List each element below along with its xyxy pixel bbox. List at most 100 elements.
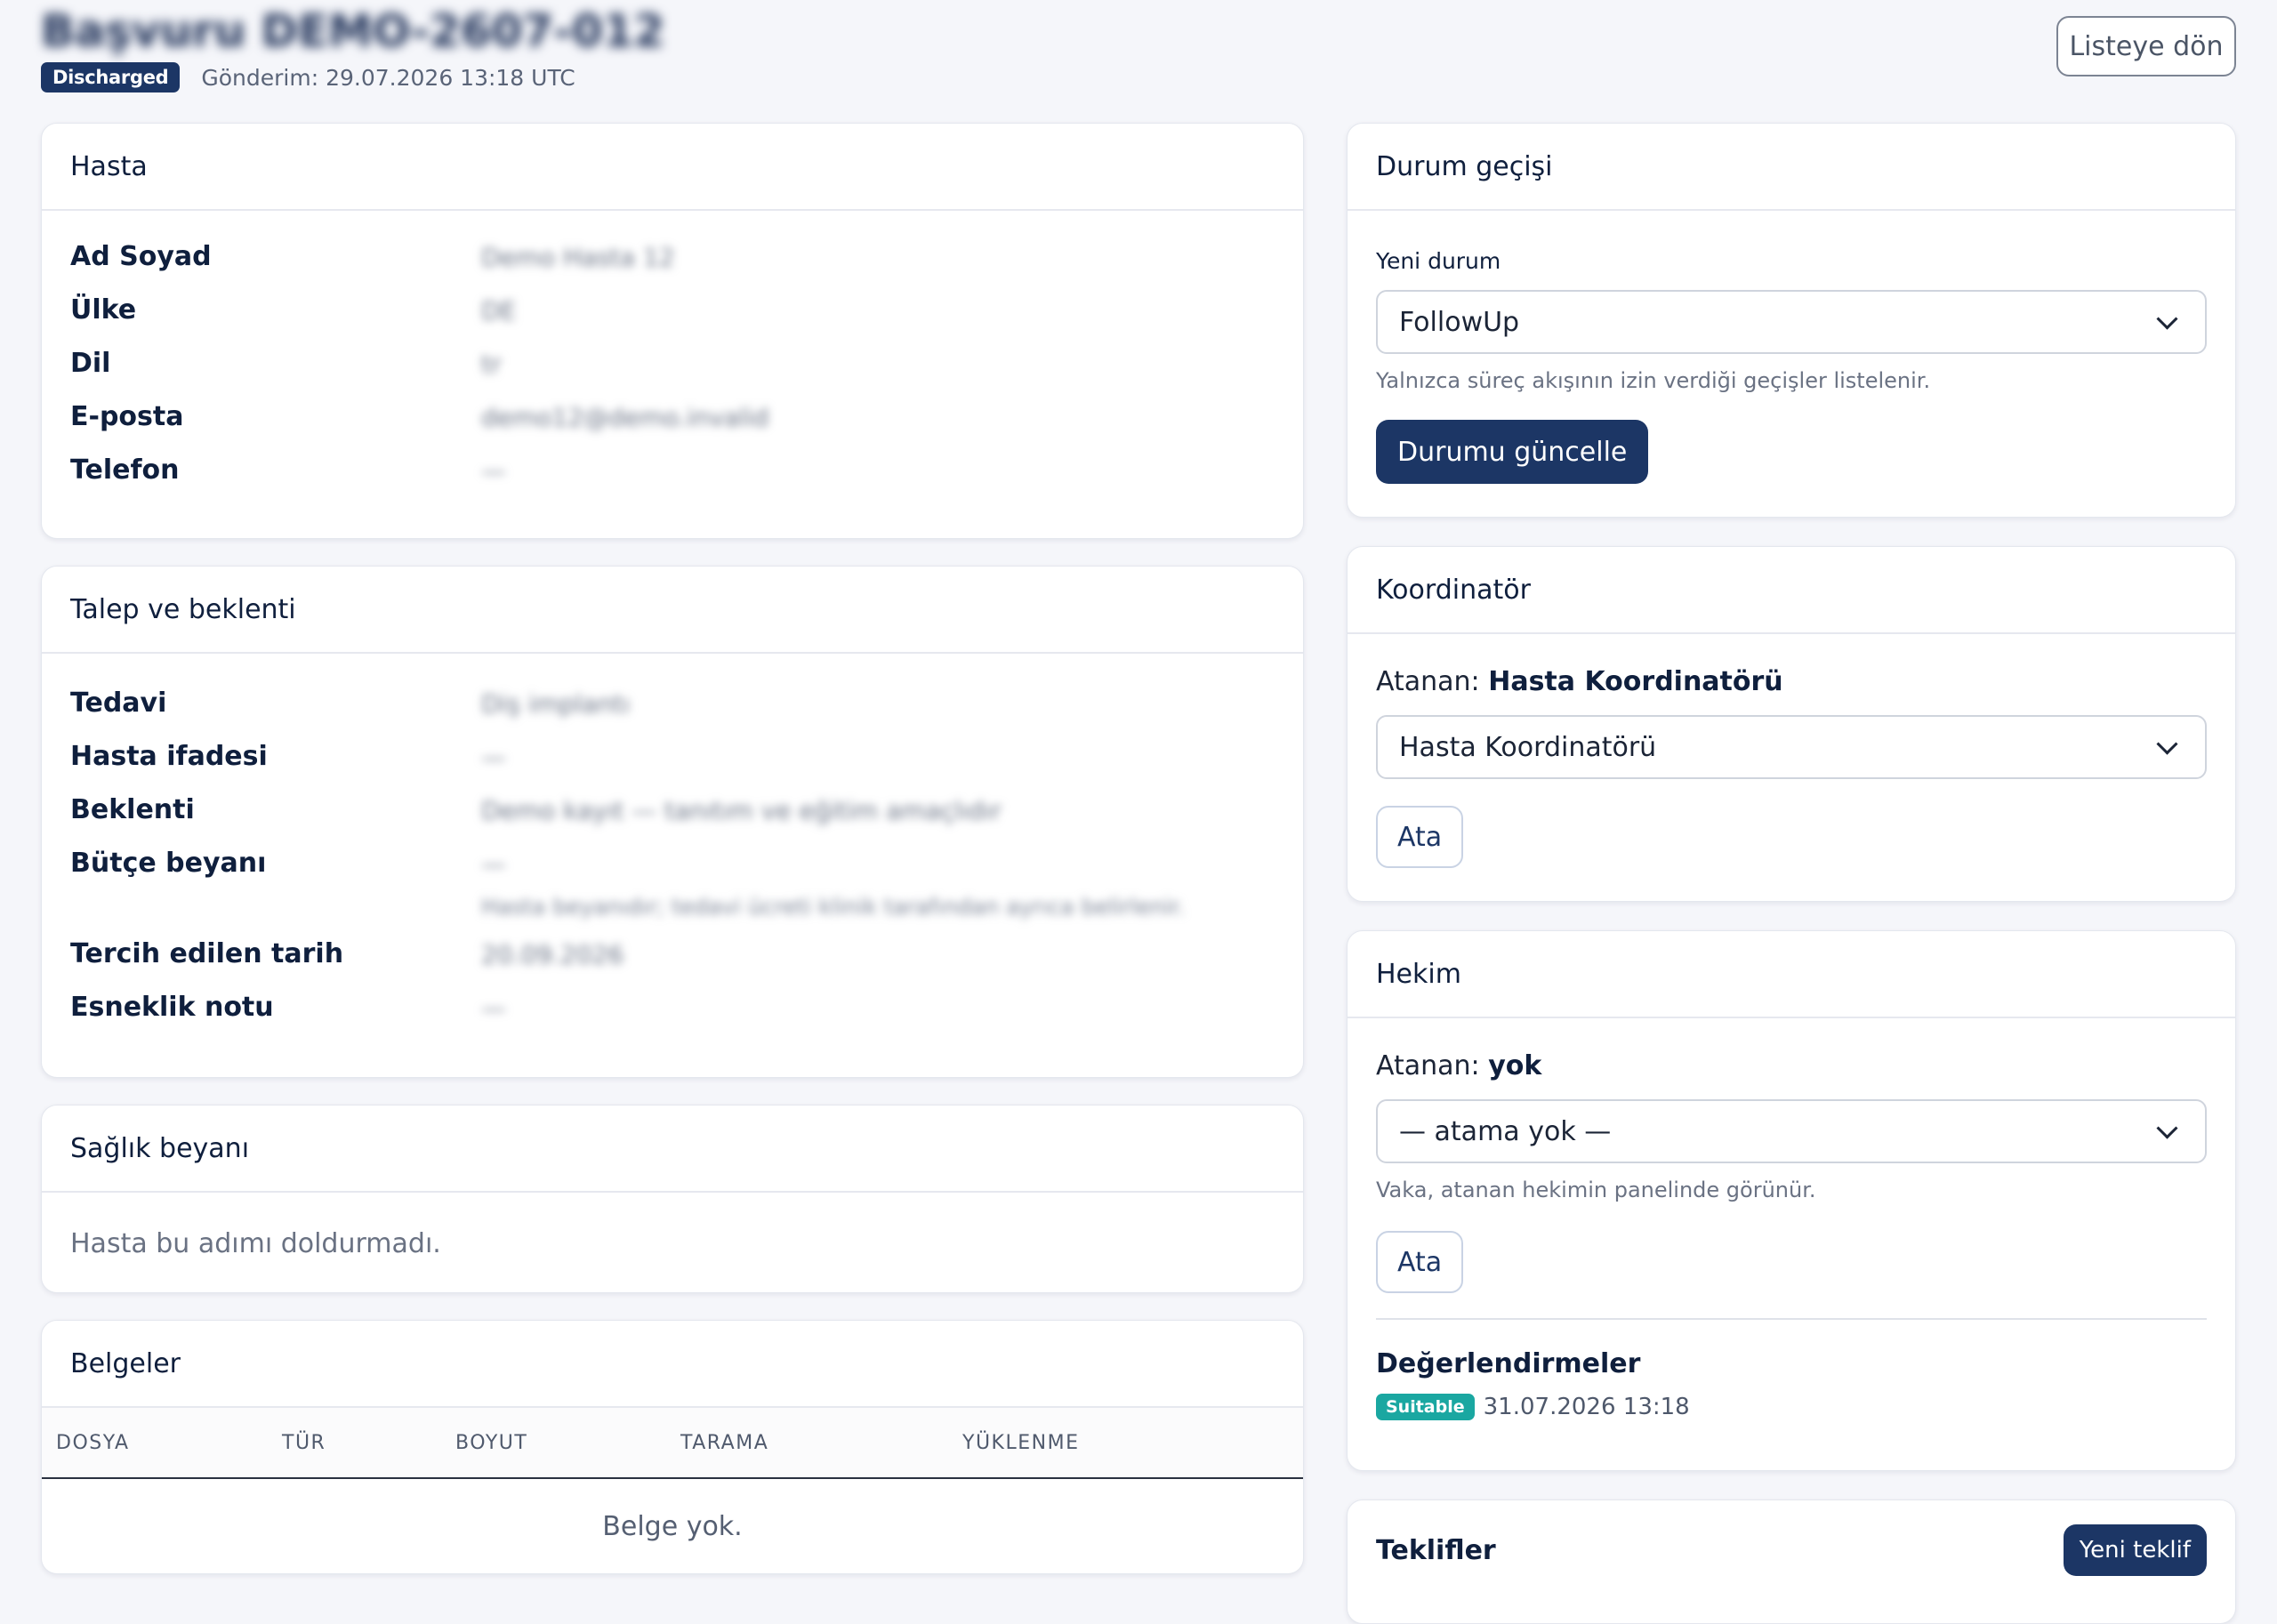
- back-to-list-button[interactable]: Listeye dön: [2056, 16, 2236, 76]
- field-row: Ad Soyad Demo Hasta 12: [70, 237, 1275, 291]
- request-card: Talep ve beklenti Tedavi Diş implantı Ha…: [41, 566, 1304, 1078]
- field-row: Esneklik notu —: [70, 988, 1275, 1041]
- field-row: Bütçe beyanı —: [70, 844, 1275, 897]
- card-title: Durum geçişi: [1376, 150, 1553, 182]
- field-label: Tedavi: [70, 687, 167, 719]
- page-title: Başvuru DEMO-2607-012: [41, 5, 665, 57]
- field-row: Telefon —: [70, 451, 1275, 504]
- field-row: Tedavi Diş implantı: [70, 684, 1275, 737]
- patient-card: Hasta Ad Soyad Demo Hasta 12 Ülke DE Dil…: [41, 123, 1304, 539]
- card-title: Talep ve beklenti: [70, 593, 296, 625]
- field-row: Tercih edilen tarih 20.09.2026: [70, 935, 1275, 988]
- field-label: E-posta: [70, 401, 184, 432]
- assigned-prefix: Atanan:: [1376, 1050, 1480, 1081]
- card-title: Teklifler: [1376, 1534, 1496, 1566]
- status-badge: Discharged: [41, 62, 181, 92]
- page: Başvuru DEMO-2607-012 Discharged Gönderi…: [0, 0, 2277, 1624]
- coordinator-card-body: Atanan: Hasta Koordinatörü Hasta Koordin…: [1348, 634, 2235, 898]
- new-status-select[interactable]: FollowUp: [1376, 290, 2207, 354]
- physician-card-header: Hekim: [1348, 931, 2235, 1018]
- update-status-button[interactable]: Durumu güncelle: [1376, 420, 1649, 484]
- health-card-header: Sağlık beyanı: [42, 1105, 1303, 1193]
- field-value: 20.09.2026: [481, 940, 624, 969]
- field-label: Ülke: [70, 294, 137, 326]
- documents-card-header: Belgeler: [42, 1321, 1303, 1408]
- assign-physician-button[interactable]: Ata: [1376, 1231, 1464, 1293]
- field-label: Hasta ifadesi: [70, 741, 268, 772]
- documents-card: Belgeler DOSYA TÜR BOYUT TARAMA YÜKLENME…: [41, 1320, 1304, 1574]
- column-header: DOSYA: [42, 1408, 268, 1479]
- request-card-header: Talep ve beklenti: [42, 567, 1303, 654]
- card-title: Koordinatör: [1376, 574, 1531, 606]
- field-label: Bütçe beyanı: [70, 848, 267, 879]
- field-value: demo12@demo.invalid: [481, 403, 769, 432]
- status-card-body: Yeni durum FollowUp Yalnızca süreç akışı…: [1348, 211, 2235, 514]
- field-value: Demo Hasta 12: [481, 243, 675, 272]
- evaluation-badge: Suitable: [1376, 1394, 1475, 1420]
- coordinator-card-header: Koordinatör: [1348, 547, 2235, 634]
- health-card: Sağlık beyanı Hasta bu adımı doldurmadı.: [41, 1105, 1304, 1293]
- field-label: Telefon: [70, 454, 180, 486]
- physician-hint: Vaka, atanan hekimin panelinde görünür.: [1376, 1178, 1816, 1202]
- request-card-body: Tedavi Diş implantı Hasta ifadesi — Bekl…: [42, 654, 1303, 1072]
- physician-select[interactable]: — atama yok —: [1376, 1099, 2207, 1163]
- field-value: —: [481, 743, 506, 772]
- field-value: Demo kayıt — tanıtım ve eğitim amaçlıdır: [481, 796, 1002, 825]
- assigned-name: yok: [1488, 1050, 1542, 1081]
- field-value: tr: [481, 350, 502, 379]
- chevron-down-icon: [2156, 733, 2178, 755]
- divider: [1376, 1318, 2207, 1320]
- coordinator-select[interactable]: Hasta Koordinatörü: [1376, 715, 2207, 779]
- evaluations-title: Değerlendirmeler: [1376, 1348, 1641, 1379]
- assign-coordinator-button[interactable]: Ata: [1376, 806, 1464, 868]
- field-label: Beklenti: [70, 794, 195, 825]
- assigned-physician: Atanan: yok: [1376, 1050, 2207, 1081]
- patient-card-body: Ad Soyad Demo Hasta 12 Ülke DE Dil tr E-…: [42, 211, 1303, 535]
- field-label: Tercih edilen tarih: [70, 938, 344, 969]
- field-row: Hasta ifadesi —: [70, 737, 1275, 791]
- status-hint: Yalnızca süreç akışının izin verdiği geç…: [1376, 368, 1931, 393]
- selected-value: Hasta Koordinatörü: [1399, 731, 1657, 763]
- field-row: Dil tr: [70, 344, 1275, 398]
- field-value: —: [481, 849, 506, 879]
- card-title: Sağlık beyanı: [70, 1132, 250, 1164]
- physician-card-body: Atanan: yok — atama yok — Vaka, atanan h…: [1348, 1018, 2235, 1451]
- field-label: Esneklik notu: [70, 992, 274, 1023]
- patient-card-header: Hasta: [42, 124, 1303, 211]
- field-row: Ülke DE: [70, 291, 1275, 344]
- submitted-timestamp: Gönderim: 29.07.2026 13:18 UTC: [201, 64, 575, 91]
- offers-card: Teklifler Yeni teklif: [1347, 1499, 2236, 1624]
- budget-note: Hasta beyanıdır; tedavi ücreti klinik ta…: [481, 894, 1185, 920]
- field-label: Ad Soyad: [70, 241, 212, 272]
- card-title: Belgeler: [70, 1347, 181, 1379]
- offers-card-header: Teklifler Yeni teklif: [1348, 1500, 2235, 1600]
- assigned-prefix: Atanan:: [1376, 666, 1480, 697]
- physician-card: Hekim Atanan: yok — atama yok — Vaka, at…: [1347, 930, 2236, 1471]
- card-title: Hekim: [1376, 958, 1461, 990]
- assigned-name: Hasta Koordinatörü: [1488, 666, 1783, 697]
- new-status-label: Yeni durum: [1376, 248, 1501, 274]
- new-offer-button[interactable]: Yeni teklif: [2063, 1524, 2207, 1576]
- field-value: DE: [481, 296, 517, 326]
- column-header: BOYUT: [441, 1408, 666, 1479]
- column-header: TARAMA: [666, 1408, 948, 1479]
- table-header-row: DOSYA TÜR BOYUT TARAMA YÜKLENME: [42, 1408, 1303, 1479]
- header-meta: Discharged Gönderim: 29.07.2026 13:18 UT…: [41, 62, 575, 92]
- field-row: Beklenti Demo kayıt — tanıtım ve eğitim …: [70, 791, 1275, 844]
- assigned-coordinator: Atanan: Hasta Koordinatörü: [1376, 666, 2207, 697]
- column-header: TÜR: [268, 1408, 441, 1479]
- documents-table: DOSYA TÜR BOYUT TARAMA YÜKLENME Belge yo…: [42, 1408, 1303, 1573]
- field-value: Diş implantı: [481, 689, 631, 719]
- field-label: Dil: [70, 348, 111, 379]
- selected-value: — atama yok —: [1399, 1115, 1612, 1147]
- evaluation-date: 31.07.2026 13:18: [1483, 1394, 1690, 1420]
- page-header: Başvuru DEMO-2607-012 Discharged Gönderi…: [41, 5, 2236, 103]
- evaluation-item: Suitable 31.07.2026 13:18: [1376, 1394, 2207, 1420]
- chevron-down-icon: [2156, 308, 2178, 330]
- health-card-body: Hasta bu adımı doldurmadı.: [42, 1193, 1303, 1290]
- field-row: E-posta demo12@demo.invalid: [70, 398, 1275, 451]
- empty-state-text: Belge yok.: [602, 1510, 743, 1542]
- status-card-header: Durum geçişi: [1348, 124, 2235, 211]
- card-title: Hasta: [70, 150, 148, 182]
- field-value: —: [481, 456, 506, 486]
